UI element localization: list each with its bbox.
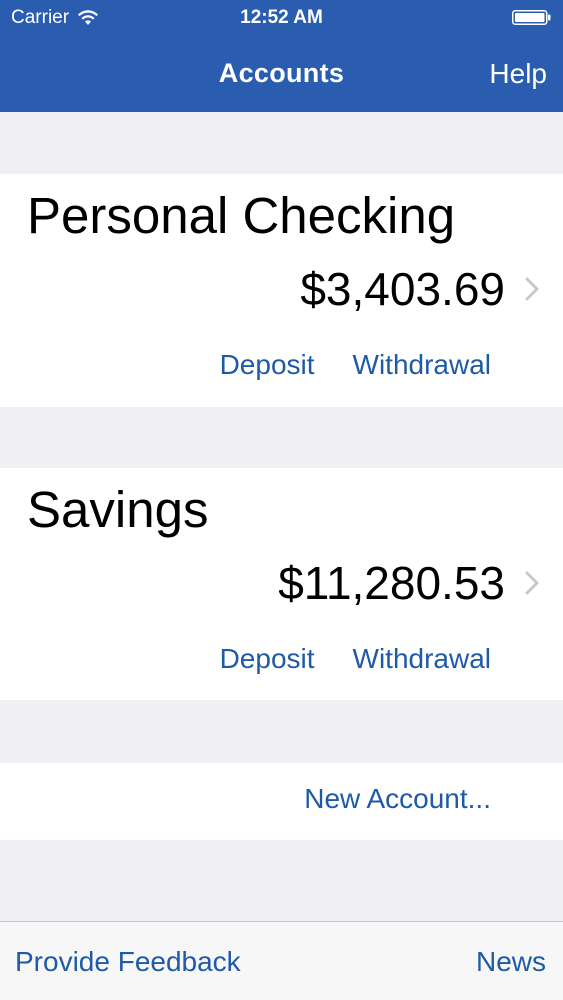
withdrawal-button[interactable]: Withdrawal: [353, 349, 491, 381]
deposit-button[interactable]: Deposit: [220, 643, 315, 675]
account-actions: Deposit Withdrawal: [220, 349, 491, 381]
deposit-button[interactable]: Deposit: [220, 349, 315, 381]
status-time: 12:52 AM: [240, 7, 323, 28]
page-title: Accounts: [218, 58, 345, 88]
chevron-right-icon[interactable]: [525, 277, 539, 301]
account-name: Personal Checking: [27, 187, 456, 244]
bottom-toolbar: Provide Feedback News: [0, 921, 563, 1000]
account-name: Savings: [27, 481, 209, 538]
account-balance[interactable]: $11,280.53: [278, 556, 505, 610]
account-card-savings: Savings $11,280.53 Deposit Withdrawal: [0, 468, 563, 700]
navigation-header: Carrier 12:52 AM Accounts Help: [0, 0, 563, 112]
news-button[interactable]: News: [476, 946, 546, 978]
account-balance-row[interactable]: $3,403.69: [300, 262, 539, 316]
battery-icon: [512, 10, 551, 25]
help-button[interactable]: Help: [489, 58, 547, 90]
withdrawal-button[interactable]: Withdrawal: [353, 643, 491, 675]
provide-feedback-button[interactable]: Provide Feedback: [15, 946, 241, 978]
chevron-right-icon[interactable]: [525, 571, 539, 595]
new-account-button[interactable]: New Account...: [304, 783, 491, 815]
account-balance-row[interactable]: $11,280.53: [278, 556, 539, 610]
account-card-personal-checking: Personal Checking $3,403.69 Deposit With…: [0, 174, 563, 407]
status-bar: Carrier 12:52 AM: [0, 0, 563, 38]
account-balance[interactable]: $3,403.69: [300, 262, 505, 316]
new-account-card: New Account...: [0, 763, 563, 840]
account-actions: Deposit Withdrawal: [220, 643, 491, 675]
